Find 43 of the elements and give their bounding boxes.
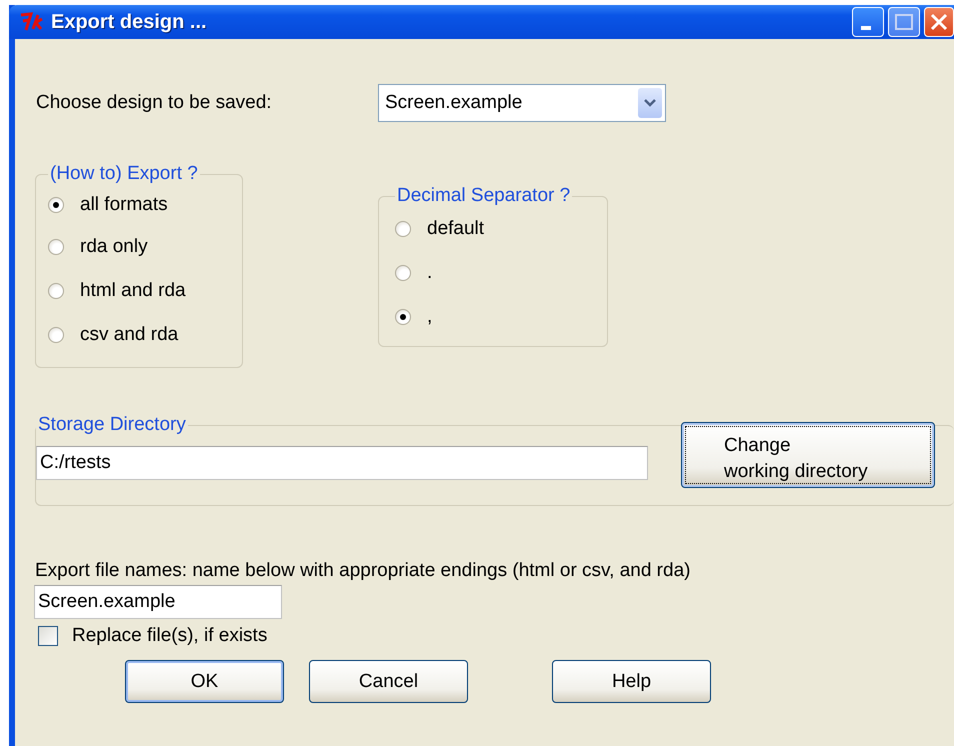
change-directory-button[interactable]: Change working directory	[681, 422, 935, 488]
dialog-button[interactable]: Cancel	[309, 660, 468, 703]
radio-option[interactable]: csv and rda	[48, 313, 232, 357]
radio-button[interactable]	[48, 239, 64, 255]
close-icon	[930, 13, 948, 31]
radio-option[interactable]: default	[395, 207, 597, 251]
radio-button[interactable]	[395, 309, 411, 325]
checkbox[interactable]	[38, 626, 58, 646]
dialog-button[interactable]: Help	[552, 660, 711, 703]
chevron-down-icon	[643, 98, 657, 108]
option-label: csv and rda	[80, 324, 178, 346]
radio-option[interactable]: rda only	[48, 225, 232, 269]
radio-option[interactable]: ,	[395, 295, 597, 339]
radio-option[interactable]: html and rda	[48, 269, 232, 313]
directory-field[interactable]: C:/rtests	[36, 446, 648, 480]
option-label: .	[427, 262, 432, 284]
file-names-label: Export file names: name below with appropriate endings (html or csv, and rda)	[35, 561, 692, 581]
design-dropdown[interactable]: Screen.example	[378, 84, 666, 122]
minimize-button[interactable]	[852, 7, 884, 37]
window-title: Export design ...	[51, 10, 208, 34]
radio-button[interactable]	[48, 283, 64, 299]
dialog-button[interactable]: OK	[125, 660, 284, 703]
design-label: Choose design to be saved:	[36, 92, 273, 114]
group-title: Decimal Separator ?	[396, 185, 572, 207]
radio-button[interactable]	[395, 221, 411, 237]
file-name-field[interactable]: Screen.example	[34, 585, 282, 619]
option-label: ,	[427, 306, 432, 328]
close-button[interactable]	[924, 7, 954, 37]
radio-option[interactable]: .	[395, 251, 597, 295]
option-label: html and rda	[80, 280, 186, 302]
radio-button[interactable]	[48, 197, 64, 213]
option-label: rda only	[80, 236, 148, 258]
option-label: default	[427, 218, 484, 240]
radio-button[interactable]	[395, 265, 411, 281]
maximize-icon	[895, 14, 913, 30]
maximize-button[interactable]	[888, 7, 920, 37]
option-label: all formats	[80, 194, 168, 216]
radio-button[interactable]	[48, 327, 64, 343]
group-title: (How to) Export ?	[49, 163, 199, 185]
minimize-icon	[861, 26, 871, 30]
group-title: Storage Directory	[37, 414, 187, 436]
radio-option[interactable]: all formats	[48, 185, 232, 225]
checkbox-label: Replace file(s), if exists	[72, 625, 268, 647]
